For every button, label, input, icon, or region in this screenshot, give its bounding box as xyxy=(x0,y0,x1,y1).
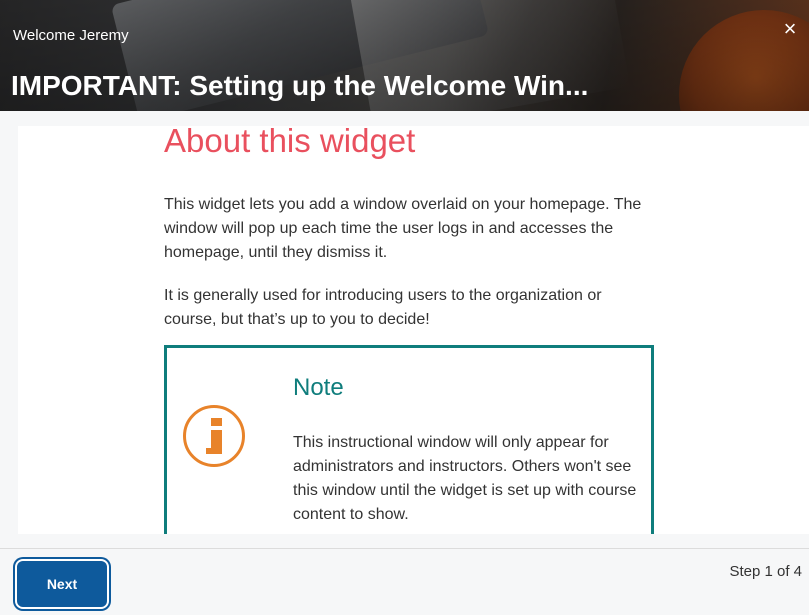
info-icon-base xyxy=(206,448,222,454)
welcome-text: Welcome Jeremy xyxy=(13,27,129,44)
content-area[interactable]: About this widget This widget lets you a… xyxy=(18,126,809,534)
welcome-window-dialog: Welcome Jeremy IMPORTANT: Setting up the… xyxy=(0,0,809,615)
step-indicator: Step 1 of 4 xyxy=(729,563,802,580)
header-banner: Welcome Jeremy IMPORTANT: Setting up the… xyxy=(0,0,809,111)
note-text: This instructional window will only appe… xyxy=(293,434,637,523)
paragraph-usage: It is generally used for introducing use… xyxy=(164,287,602,328)
note-box: Note This instructional window will only… xyxy=(164,345,654,534)
next-button[interactable]: Next xyxy=(17,561,107,607)
content-heading: About this widget xyxy=(164,126,416,159)
footer-divider xyxy=(0,548,809,549)
note-title: Note xyxy=(293,374,344,401)
dialog-title: IMPORTANT: Setting up the Welcome Win... xyxy=(11,70,589,101)
close-icon[interactable]: × xyxy=(779,18,801,40)
info-icon-dot xyxy=(211,418,222,426)
info-icon xyxy=(183,405,245,467)
paragraph-intro: This widget lets you add a window overla… xyxy=(164,196,642,261)
